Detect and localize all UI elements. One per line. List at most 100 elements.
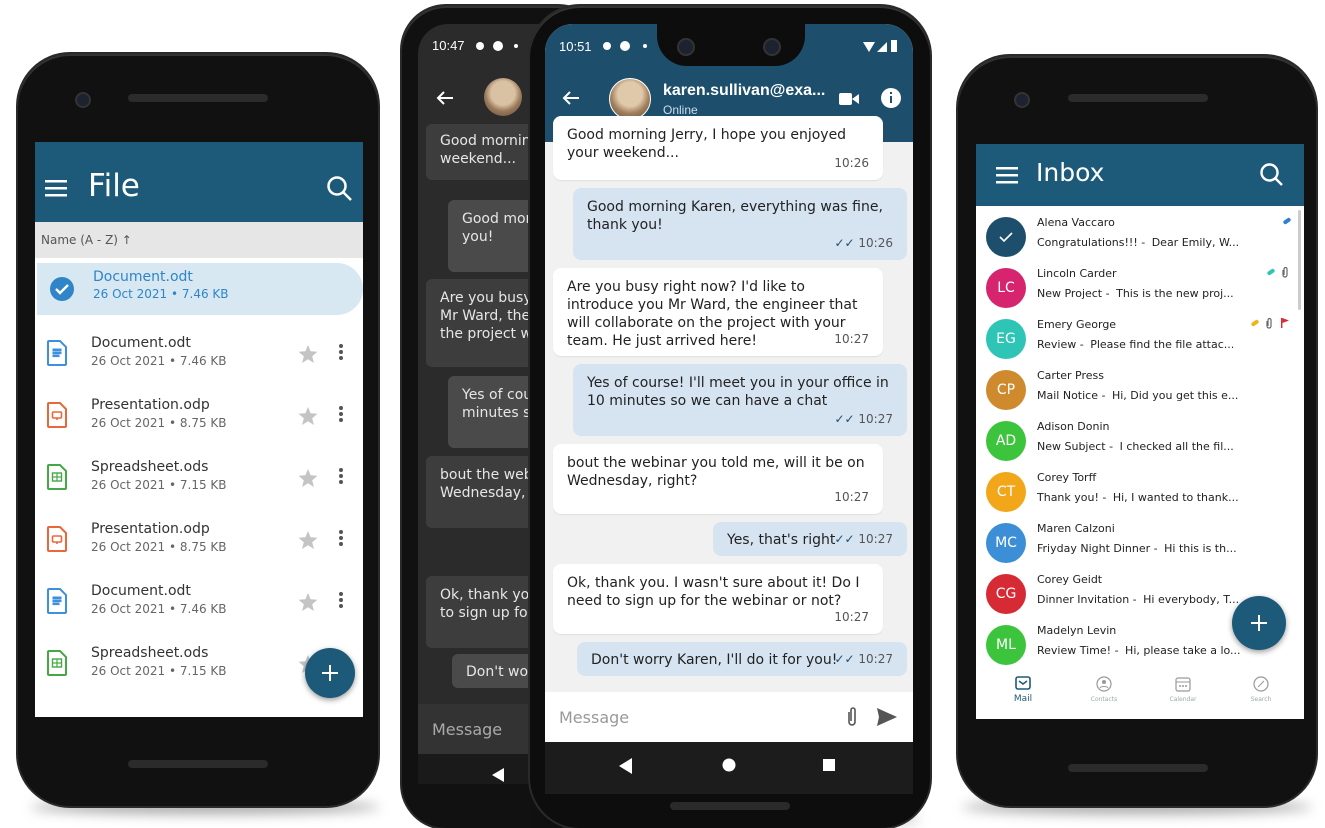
contact-name: karen.sullivan@exa... (663, 82, 826, 99)
search-icon (1253, 676, 1269, 692)
contact-status: Online (663, 103, 698, 117)
file-name: Presentation.odp (91, 521, 210, 537)
email-preview: Hi, Did you get this e... (1111, 389, 1239, 402)
email-row[interactable]: CT Corey Torff Thank you! - Hi, I wanted t… (976, 465, 1298, 516)
add-fab[interactable] (305, 648, 355, 698)
email-subject-line: Congratulations!!! - Dear Emily, W... (1037, 236, 1239, 249)
email-sender: Maren Calzoni (1037, 522, 1115, 535)
message-bubble: Yes, that's right ✓✓ 10:27 (713, 522, 907, 556)
email-preview: Hi this is th... (1164, 542, 1237, 555)
email-preview: Hi everybody, T... (1143, 593, 1240, 606)
scrollbar[interactable] (1298, 210, 1301, 310)
sort-label[interactable]: Name (A - Z) ↑ (41, 233, 132, 247)
menu-icon[interactable] (45, 178, 69, 198)
email-subject: New Project - (1037, 287, 1114, 300)
compose-fab[interactable] (1232, 596, 1286, 650)
back-arrow-icon[interactable] (436, 90, 454, 106)
sync-status-icon (493, 41, 503, 51)
email-subject-line: Friyday Night Dinner - Hi this is th... (1037, 542, 1237, 555)
tag-icon (1251, 319, 1259, 327)
send-icon[interactable] (877, 708, 897, 726)
battery-icon (891, 40, 897, 52)
inbox-screen: Inbox Alena Vaccaro Congratulations!!! - … (976, 144, 1304, 719)
email-row[interactable]: CP Carter Press Mail Notice - Hi, Did you … (976, 363, 1298, 414)
file-meta: 26 Oct 2021 • 7.46 KB (91, 602, 227, 616)
dot-status-icon (643, 44, 647, 48)
search-icon[interactable] (1260, 163, 1284, 187)
file-name: Document.odt (91, 335, 191, 351)
info-icon[interactable] (881, 88, 901, 108)
email-preview: Dear Emily, W... (1151, 236, 1240, 249)
email-row[interactable]: AD Adison Donin New Subject - I checked al… (976, 414, 1298, 465)
speaker (128, 94, 268, 102)
home-nav-icon[interactable] (722, 758, 736, 772)
nav-item-search[interactable]: Search (1236, 674, 1286, 714)
message-bubble: Yes of course! I'll meet you in your off… (573, 364, 907, 436)
settings-status-icon (603, 42, 611, 50)
star-icon[interactable] (298, 593, 318, 611)
more-options-icon[interactable] (338, 405, 344, 423)
sort-bar[interactable]: Name (A - Z) ↑ (35, 222, 363, 258)
file-row[interactable]: Document.odt 26 Oct 2021 • 7.46 KB (37, 263, 363, 315)
recents-nav-icon[interactable] (823, 759, 835, 771)
file-row[interactable]: Spreadsheet.ods 26 Oct 2021 • 7.15 KB (35, 451, 363, 509)
more-options-icon[interactable] (338, 591, 344, 609)
plus-icon (322, 665, 338, 681)
file-row[interactable]: Presentation.odp 26 Oct 2021 • 8.75 KB (35, 389, 363, 447)
video-call-icon[interactable] (839, 92, 859, 106)
more-options-icon[interactable] (338, 529, 344, 547)
nav-label: Mail (1013, 694, 1033, 704)
message-input-bar: Message (545, 692, 913, 742)
dark-bubble: bout the webin Wednesday, ri (426, 456, 546, 528)
email-subject: Thank you! - (1037, 491, 1110, 504)
presentation-file-icon (47, 526, 67, 552)
star-icon[interactable] (298, 407, 318, 425)
email-sender: Adison Donin (1037, 420, 1110, 433)
file-row[interactable]: Document.odt 26 Oct 2021 • 7.46 KB (35, 575, 363, 633)
nav-item-mail[interactable]: Mail (998, 674, 1048, 714)
star-icon[interactable] (298, 345, 318, 363)
dark-bubble: Are you busy r Mr Ward, the e the project … (426, 279, 546, 367)
file-name: Presentation.odp (91, 397, 210, 413)
message-input[interactable]: Message (559, 708, 629, 727)
status-time: 10:47 (432, 38, 465, 53)
email-row[interactable]: MC Maren Calzoni Friyday Night Dinner - Hi… (976, 516, 1298, 567)
dark-bubble: Good morning weekend... (426, 124, 546, 180)
email-subject-line: Dinner Invitation - Hi everybody, T... (1037, 593, 1239, 606)
plus-icon (1251, 615, 1267, 631)
bottom-speaker (670, 802, 790, 810)
search-icon[interactable] (327, 176, 353, 202)
bottom-nav: Mail Contacts Calendar Search (976, 670, 1304, 719)
back-nav-icon[interactable] (619, 758, 633, 774)
attachment-icon[interactable] (845, 706, 859, 728)
wifi-icon (863, 42, 875, 52)
dot-status-icon (514, 44, 518, 48)
email-preview: Please find the file attac... (1090, 338, 1235, 351)
nav-item-calendar[interactable]: Calendar (1158, 674, 1208, 714)
nav-label: Calendar (1169, 696, 1197, 703)
email-preview: Hi, I wanted to thank... (1112, 491, 1239, 504)
star-icon[interactable] (298, 531, 318, 549)
nav-item-contacts[interactable]: Contacts (1079, 674, 1129, 714)
back-nav-icon[interactable] (492, 768, 506, 782)
file-name: Spreadsheet.ods (91, 645, 209, 661)
message-input[interactable]: Message (432, 720, 502, 739)
email-subject: Mail Notice - (1037, 389, 1109, 402)
email-row[interactable]: EG Emery George Review - Please find the f… (976, 312, 1298, 363)
checkmark-icon[interactable] (49, 276, 75, 302)
bottom-speaker (1068, 764, 1208, 772)
email-subject-line: New Project - This is the new proj... (1037, 287, 1234, 300)
file-row[interactable]: Document.odt 26 Oct 2021 • 7.46 KB (35, 327, 363, 385)
flag-icon (1281, 318, 1289, 328)
email-row[interactable]: LC Lincoln Carder New Project - This is th… (976, 261, 1298, 312)
message-bubble: Ok, thank you. I wasn't sure about it! D… (553, 564, 883, 634)
more-options-icon[interactable] (338, 343, 344, 361)
star-icon[interactable] (298, 469, 318, 487)
menu-icon[interactable] (996, 166, 1020, 184)
more-options-icon[interactable] (338, 467, 344, 485)
email-row[interactable]: Alena Vaccaro Congratulations!!! - Dear E… (976, 210, 1298, 261)
file-row[interactable]: Presentation.odp 26 Oct 2021 • 8.75 KB (35, 513, 363, 571)
selected-avatar[interactable] (986, 217, 1026, 257)
back-arrow-icon[interactable] (562, 90, 580, 106)
message-bubble: bout the webinar you told me, will it be… (553, 444, 883, 514)
